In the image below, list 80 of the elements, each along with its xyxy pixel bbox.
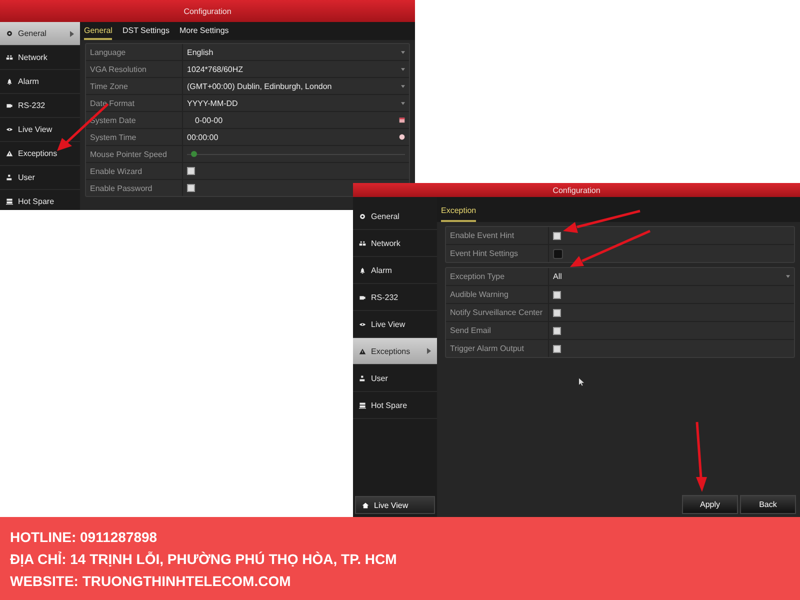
- input-field[interactable]: 0-00-00: [187, 116, 405, 124]
- field-label: Exception Type: [446, 268, 549, 285]
- checkbox[interactable]: [187, 184, 195, 192]
- home-icon: [362, 502, 369, 508]
- window-title: Configuration: [0, 0, 415, 22]
- sidebar-item[interactable]: General: [0, 22, 80, 46]
- field-label: Enable Wizard: [86, 163, 183, 179]
- field-label: Audible Warning: [446, 286, 549, 303]
- bell-icon: [6, 78, 13, 85]
- sidebar-item[interactable]: RS-232: [353, 284, 437, 311]
- sidebar-item[interactable]: Network: [353, 230, 437, 257]
- people-icon: [6, 54, 13, 61]
- checkbox[interactable]: [553, 326, 561, 334]
- chevron-icon: [427, 348, 431, 354]
- dropdown[interactable]: 1024*768/60HZ: [187, 64, 405, 74]
- tab[interactable]: General: [84, 22, 112, 40]
- server-icon: [359, 402, 366, 408]
- field-label: Time Zone: [86, 78, 183, 94]
- mouse-cursor-icon: [579, 378, 584, 386]
- input-field[interactable]: 00:00:00: [187, 132, 405, 142]
- field-label: Event Hint Settings: [446, 245, 549, 262]
- contact-line: ĐỊA CHỈ: 14 TRỊNH LỖI, PHƯỜNG PHÚ THỌ HÒA, TP. HCM: [10, 550, 398, 566]
- sidebar-item[interactable]: RS-232: [0, 94, 80, 118]
- sidebar-item[interactable]: User: [353, 365, 437, 392]
- field-label: VGA Resolution: [86, 61, 183, 77]
- checkbox[interactable]: [553, 344, 561, 352]
- person-icon: [6, 174, 13, 181]
- caret-icon: [786, 275, 790, 278]
- sidebar-item[interactable]: Alarm: [0, 70, 80, 94]
- speed-slider[interactable]: [187, 150, 405, 158]
- clock-icon: [399, 134, 405, 140]
- dropdown[interactable]: English: [187, 48, 405, 56]
- contact-line: WEBSITE: TRUONGTHINHTELECOM.COM: [10, 572, 292, 588]
- sidebar-item[interactable]: Exceptions: [353, 338, 437, 365]
- field-label: Mouse Pointer Speed: [86, 146, 183, 162]
- dropdown[interactable]: All: [553, 272, 790, 281]
- tab[interactable]: More Settings: [179, 22, 229, 40]
- chevron-icon: [70, 30, 74, 36]
- contact-line: HOTLINE: 0911287898: [10, 528, 158, 544]
- caret-icon: [401, 68, 405, 70]
- field-label: Trigger Alarm Output: [446, 340, 549, 357]
- field-label: Notify Surveillance Center: [446, 304, 549, 321]
- dropdown[interactable]: YYYY-MM-DD: [187, 98, 405, 108]
- dialog-button[interactable]: Apply: [682, 495, 738, 514]
- live-view-button[interactable]: Live View: [355, 496, 435, 514]
- gear-icon: [6, 30, 13, 37]
- eye-icon: [6, 126, 13, 133]
- checkbox[interactable]: [553, 308, 561, 316]
- checkbox[interactable]: [187, 167, 195, 175]
- pointer-arrow: [696, 422, 707, 492]
- field-label: Send Email: [446, 322, 549, 339]
- dialog-button[interactable]: Back: [740, 495, 796, 514]
- bell-icon: [359, 266, 366, 274]
- person-icon: [359, 374, 366, 382]
- calendar-icon: [399, 117, 405, 123]
- sidebar-item[interactable]: Alarm: [353, 257, 437, 284]
- dropdown[interactable]: (GMT+00:00) Dublin, Edinburgh, London: [187, 82, 405, 90]
- warning-icon: [6, 150, 13, 157]
- caret-icon: [401, 50, 405, 54]
- caret-icon: [401, 84, 405, 88]
- field-label: System Time: [86, 129, 183, 145]
- window-title: Configuration: [353, 183, 800, 197]
- field-label: Enable Password: [86, 180, 183, 196]
- sidebar-item[interactable]: User: [0, 166, 80, 190]
- eye-icon: [359, 320, 366, 328]
- tab[interactable]: Exception: [441, 200, 476, 222]
- sidebar-item[interactable]: Network: [0, 46, 80, 70]
- server-icon: [6, 198, 13, 205]
- checkbox[interactable]: [553, 290, 561, 298]
- field-label: Enable Event Hint: [446, 227, 549, 244]
- gear-icon: [359, 212, 366, 220]
- warning-icon: [359, 348, 366, 354]
- people-icon: [359, 240, 366, 246]
- checkbox[interactable]: [553, 232, 561, 240]
- sidebar-item[interactable]: Hot Spare: [0, 190, 80, 210]
- caret-icon: [401, 102, 405, 104]
- tab[interactable]: DST Settings: [122, 22, 170, 40]
- field-label: Date Format: [86, 95, 183, 111]
- sidebar-item[interactable]: Hot Spare: [353, 392, 437, 419]
- field-label: Language: [86, 44, 183, 60]
